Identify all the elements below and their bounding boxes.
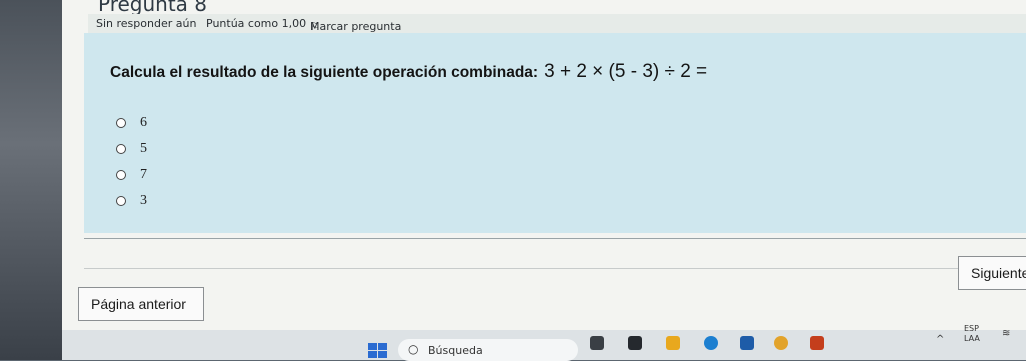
flag-question-label: Marcar pregunta bbox=[310, 20, 402, 33]
radio-button[interactable] bbox=[116, 118, 126, 128]
file-explorer-icon[interactable] bbox=[666, 336, 680, 350]
question-score: Puntúa como 1,00 bbox=[206, 17, 307, 30]
chevron-up-icon[interactable]: ^ bbox=[936, 334, 944, 345]
language-code[interactable]: ESP bbox=[964, 324, 979, 333]
wifi-icon[interactable]: ≋ bbox=[1002, 328, 1010, 339]
previous-page-button[interactable]: Página anterior bbox=[78, 287, 204, 321]
taskbar: ○ Búsqueda ^ ESP LAA ≋ bbox=[62, 324, 1026, 361]
question-prompt: Calcula el resultado de la siguiente ope… bbox=[110, 61, 707, 83]
answer-option[interactable]: 3 bbox=[116, 193, 147, 209]
windows-start-icon[interactable] bbox=[368, 343, 388, 359]
question-text: Calcula el resultado de la siguiente ope… bbox=[110, 64, 539, 81]
store-icon[interactable] bbox=[740, 336, 754, 350]
question-box: Calcula el resultado de la siguiente ope… bbox=[84, 33, 1026, 233]
divider bbox=[84, 238, 1026, 239]
answer-option-label: 7 bbox=[140, 167, 147, 182]
answer-option-label: 6 bbox=[140, 115, 147, 130]
taskbar-search-box[interactable]: ○ Búsqueda bbox=[398, 339, 578, 361]
search-icon: ○ bbox=[408, 342, 419, 356]
answer-option[interactable]: 6 bbox=[116, 115, 147, 131]
screen-bezel bbox=[0, 0, 62, 360]
edge-browser-icon[interactable] bbox=[704, 336, 718, 350]
app-icon[interactable] bbox=[628, 336, 642, 350]
divider bbox=[84, 268, 1026, 269]
answer-status: Sin responder aún bbox=[96, 17, 197, 30]
answer-option[interactable]: 7 bbox=[116, 167, 147, 183]
radio-button[interactable] bbox=[116, 144, 126, 154]
powerpoint-icon[interactable] bbox=[810, 336, 824, 350]
keyboard-layout[interactable]: LAA bbox=[964, 334, 980, 343]
task-view-icon[interactable] bbox=[590, 336, 604, 350]
taskbar-search-label: Búsqueda bbox=[428, 344, 483, 357]
question-info-bar: Sin responder aún Puntúa como 1,00 ⚐ Marc… bbox=[88, 14, 1026, 34]
question-expression: 3 + 2 × (5 - 3) ÷ 2 = bbox=[544, 61, 708, 82]
answer-option-label: 3 bbox=[140, 193, 147, 208]
browser-viewport: Pregunta 8 Sin responder aún Puntúa como… bbox=[62, 0, 1026, 330]
chrome-icon[interactable] bbox=[774, 336, 788, 350]
next-page-button[interactable]: Siguiente bbox=[958, 256, 1026, 290]
answer-option[interactable]: 5 bbox=[116, 141, 147, 157]
radio-button[interactable] bbox=[116, 170, 126, 180]
answer-option-label: 5 bbox=[140, 141, 147, 156]
radio-button[interactable] bbox=[116, 196, 126, 206]
